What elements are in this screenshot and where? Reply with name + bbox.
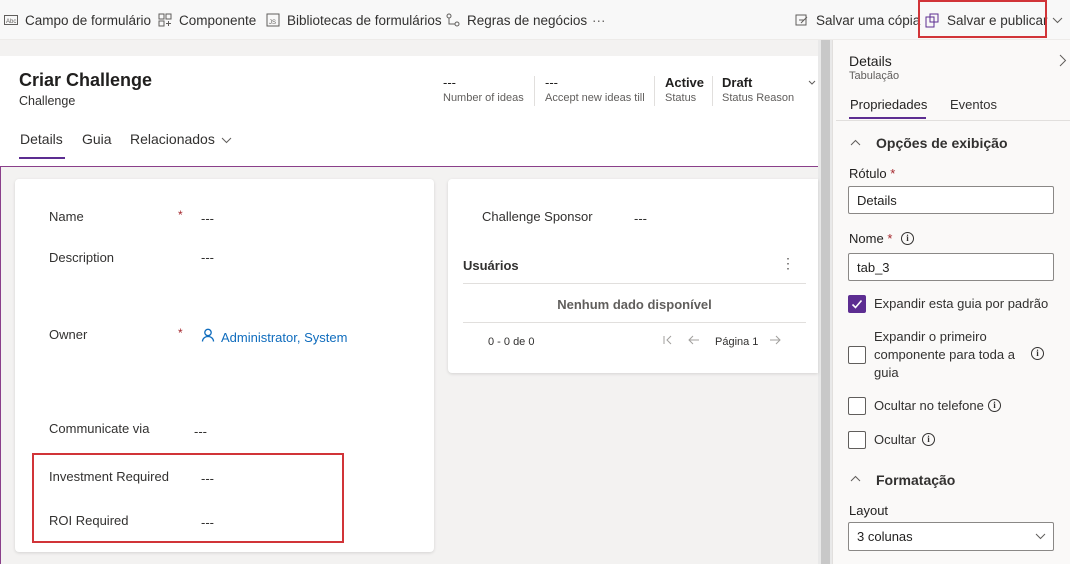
panel-tab-properties[interactable]: Propriedades bbox=[850, 97, 927, 112]
business-rules-label: Regras de negócios bbox=[467, 12, 588, 28]
header-field-number-of-ideas[interactable]: --- Number of ideas bbox=[443, 75, 524, 104]
field-label-owner: Owner bbox=[49, 327, 88, 342]
pager-page-label: Página 1 bbox=[715, 336, 759, 348]
save-copy-icon bbox=[795, 14, 808, 26]
component-button[interactable]: Componente bbox=[158, 0, 256, 40]
panel-active-tab-indicator bbox=[849, 117, 926, 119]
tab-relacionados[interactable]: Relacionados bbox=[130, 131, 215, 147]
save-copy-label: Salvar uma cópia bbox=[816, 12, 921, 28]
checkmark-icon bbox=[851, 299, 863, 309]
record-title: Criar Challenge bbox=[19, 70, 153, 90]
chevron-up-icon[interactable] bbox=[850, 475, 861, 482]
svg-text:JS: JS bbox=[269, 20, 276, 26]
more-commands-button[interactable]: ··· bbox=[592, 0, 606, 40]
command-bar: Abc Campo de formulário Componente JS Bi… bbox=[0, 0, 1070, 40]
save-publish-highlight bbox=[918, 0, 1047, 38]
hide-on-phone-label: Ocultar no telefone bbox=[874, 398, 984, 413]
collapse-panel-chevron-icon[interactable] bbox=[1059, 54, 1067, 67]
header-field-accept-new-ideas[interactable]: --- Accept new ideas till bbox=[545, 75, 645, 104]
form-libraries-button[interactable]: JS Bibliotecas de formulários bbox=[266, 0, 442, 40]
panel-divider bbox=[836, 120, 1070, 121]
field-value-challenge-sponsor[interactable]: --- bbox=[634, 211, 647, 226]
grid-divider bbox=[463, 322, 806, 323]
field-value-name[interactable]: --- bbox=[201, 211, 214, 226]
hide-checkbox[interactable] bbox=[848, 431, 866, 449]
grid-divider bbox=[463, 283, 806, 284]
component-label: Componente bbox=[179, 12, 257, 28]
header-separator bbox=[534, 76, 535, 106]
previous-page-arrow-icon[interactable] bbox=[688, 335, 700, 345]
field-value-communicate-via[interactable]: --- bbox=[194, 424, 207, 439]
chevron-down-icon bbox=[1052, 17, 1063, 23]
field-label-communicate-via: Communicate via bbox=[49, 421, 150, 436]
info-icon[interactable]: i bbox=[1031, 347, 1044, 360]
form-field-label: Campo de formulário bbox=[25, 12, 152, 28]
header-expand-chevron-icon[interactable] bbox=[808, 80, 816, 86]
info-icon[interactable]: i bbox=[901, 232, 914, 245]
info-icon[interactable]: i bbox=[922, 433, 935, 446]
hide-on-phone-checkbox[interactable] bbox=[848, 397, 866, 415]
form-field-button[interactable]: Abc Campo de formulário bbox=[4, 0, 151, 40]
text-field-icon: Abc bbox=[4, 15, 18, 25]
expand-first-component-label: Expandir o primeiro componente para toda… bbox=[874, 329, 1015, 380]
panel-title: Details bbox=[849, 53, 892, 69]
investment-roi-highlight bbox=[32, 453, 344, 543]
panel-tab-events[interactable]: Eventos bbox=[950, 97, 997, 112]
layout-select[interactable]: 3 colunas bbox=[848, 522, 1054, 551]
entity-name: Challenge bbox=[19, 94, 76, 108]
field-value-owner-link[interactable]: Administrator, System bbox=[221, 330, 347, 345]
tab-guia[interactable]: Guia bbox=[82, 131, 112, 147]
business-rules-icon bbox=[446, 13, 460, 27]
label-field-label: Rótulo * bbox=[849, 166, 896, 181]
tab-details[interactable]: Details bbox=[20, 131, 63, 147]
label-input[interactable]: Details bbox=[848, 186, 1054, 214]
canvas-scrollbar-thumb[interactable] bbox=[821, 40, 830, 564]
layout-label: Layout bbox=[849, 503, 889, 518]
save-copy-button[interactable]: Salvar uma cópia bbox=[795, 0, 920, 40]
info-icon[interactable]: i bbox=[988, 399, 1001, 412]
header-field-status-reason[interactable]: Draft Status Reason bbox=[722, 75, 794, 104]
business-rules-button[interactable]: Regras de negócios bbox=[446, 0, 587, 40]
next-page-arrow-icon[interactable] bbox=[769, 335, 781, 345]
expand-tab-default-label: Expandir esta guia por padrão bbox=[874, 296, 1049, 311]
layout-select-value: 3 colunas bbox=[857, 529, 913, 544]
hide-label: Ocultar bbox=[874, 432, 916, 447]
field-label-description: Description bbox=[49, 250, 115, 265]
pager-record-count: 0 - 0 de 0 bbox=[488, 336, 535, 348]
svg-text:Abc: Abc bbox=[6, 19, 16, 25]
display-options-heading[interactable]: Opções de exibição bbox=[876, 135, 1008, 151]
expand-first-component-checkbox[interactable] bbox=[848, 346, 866, 364]
chevron-down-icon[interactable] bbox=[1035, 533, 1046, 540]
more-label: ··· bbox=[592, 12, 606, 28]
chevron-up-icon[interactable] bbox=[850, 139, 861, 146]
required-indicator: * bbox=[178, 326, 183, 340]
field-label-name: Name bbox=[49, 209, 84, 224]
field-value-description[interactable]: --- bbox=[201, 250, 214, 265]
field-label-challenge-sponsor: Challenge Sponsor bbox=[482, 209, 593, 224]
header-separator bbox=[712, 76, 713, 106]
js-library-icon: JS bbox=[266, 13, 280, 27]
more-options-icon[interactable]: ⋮ bbox=[781, 256, 795, 270]
panel-subtitle: Tabulação bbox=[849, 70, 900, 82]
expand-tab-default-checkbox[interactable] bbox=[848, 295, 866, 313]
name-field-label: Nome * bbox=[849, 231, 893, 246]
form-libraries-label: Bibliotecas de formulários bbox=[287, 12, 442, 28]
chevron-down-icon[interactable] bbox=[221, 137, 232, 144]
required-indicator: * bbox=[178, 208, 183, 222]
save-dropdown-button[interactable] bbox=[1052, 0, 1063, 40]
name-input[interactable]: tab_3 bbox=[848, 253, 1054, 281]
subgrid-title: Usuários bbox=[463, 258, 519, 273]
formatting-heading[interactable]: Formatação bbox=[876, 472, 955, 488]
person-icon bbox=[201, 328, 215, 342]
header-field-status[interactable]: Active Status bbox=[665, 75, 704, 104]
component-icon bbox=[158, 13, 172, 27]
first-page-icon[interactable] bbox=[663, 335, 673, 345]
empty-grid-message: Nenhum dado disponível bbox=[557, 297, 712, 312]
active-tab-indicator bbox=[19, 157, 65, 159]
header-separator bbox=[654, 76, 655, 106]
